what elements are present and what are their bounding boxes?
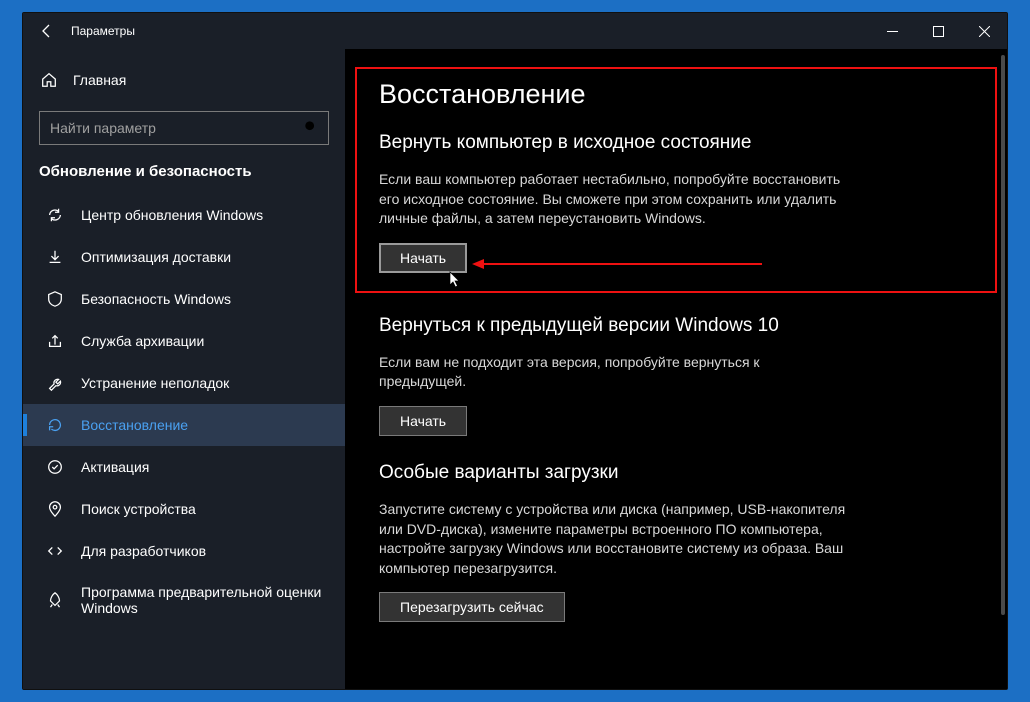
cursor-icon — [449, 271, 461, 289]
settings-window: Параметры Главная Найти параметр — [22, 12, 1008, 690]
sidebar-item-insider-program[interactable]: Программа предварительной оценки Windows — [23, 572, 345, 628]
sidebar-item-label: Активация — [81, 459, 329, 475]
check-circle-icon — [45, 458, 65, 476]
sidebar-item-label: Для разработчиков — [81, 543, 329, 559]
sidebar-item-label: Оптимизация доставки — [81, 249, 329, 265]
sidebar-item-windows-security[interactable]: Безопасность Windows — [23, 278, 345, 320]
sidebar-home[interactable]: Главная — [23, 63, 345, 97]
sync-icon — [45, 206, 65, 224]
sidebar-item-delivery-optimization[interactable]: Оптимизация доставки — [23, 236, 345, 278]
goback-section: Вернуться к предыдущей версии Windows 10… — [355, 315, 997, 436]
sidebar-item-for-developers[interactable]: Для разработчиков — [23, 530, 345, 572]
titlebar: Параметры — [23, 13, 1007, 49]
sidebar-item-label: Служба архивации — [81, 333, 329, 349]
advanced-section-text: Запустите систему с устройства или диска… — [379, 500, 849, 578]
backup-icon — [45, 332, 65, 350]
page-heading: Восстановление — [379, 79, 973, 110]
sidebar-nav: Центр обновления Windows Оптимизация дос… — [23, 194, 345, 628]
sidebar-item-label: Поиск устройства — [81, 501, 329, 517]
sidebar-home-label: Главная — [73, 72, 126, 88]
scrollbar-thumb[interactable] — [1001, 55, 1005, 615]
reset-section-text: Если ваш компьютер работает нестабильно,… — [379, 170, 849, 229]
goback-section-heading: Вернуться к предыдущей версии Windows 10 — [379, 315, 973, 337]
close-button[interactable] — [961, 13, 1007, 49]
maximize-button[interactable] — [915, 13, 961, 49]
back-button[interactable] — [23, 13, 71, 49]
goback-start-button[interactable]: Начать — [379, 406, 467, 436]
sidebar-item-recovery[interactable]: Восстановление — [23, 404, 345, 446]
advanced-startup-section: Особые варианты загрузки Запустите систе… — [355, 462, 997, 622]
sidebar-item-label: Устранение неполадок — [81, 375, 329, 391]
sidebar-item-windows-update[interactable]: Центр обновления Windows — [23, 194, 345, 236]
sidebar-item-label: Восстановление — [81, 417, 329, 433]
search-input[interactable]: Найти параметр — [39, 111, 329, 145]
location-icon — [45, 500, 65, 518]
reset-section-heading: Вернуть компьютер в исходное состояние — [379, 132, 973, 154]
main-panel: Восстановление Вернуть компьютер в исход… — [345, 49, 1007, 689]
rocket-icon — [45, 591, 65, 609]
window-title: Параметры — [71, 24, 135, 38]
annotation-arrow — [482, 263, 762, 265]
restart-now-button[interactable]: Перезагрузить сейчас — [379, 592, 565, 622]
sidebar-item-troubleshoot[interactable]: Устранение неполадок — [23, 362, 345, 404]
search-placeholder: Найти параметр — [50, 120, 304, 136]
sidebar-item-find-device[interactable]: Поиск устройства — [23, 488, 345, 530]
sidebar-item-activation[interactable]: Активация — [23, 446, 345, 488]
annotation-highlight: Восстановление Вернуть компьютер в исход… — [355, 67, 997, 293]
reset-start-button[interactable]: Начать — [379, 243, 467, 273]
sidebar-section-title: Обновление и безопасность — [23, 163, 345, 180]
advanced-section-heading: Особые варианты загрузки — [379, 462, 973, 484]
sidebar-item-backup[interactable]: Служба архивации — [23, 320, 345, 362]
code-icon — [45, 542, 65, 560]
wrench-icon — [45, 374, 65, 392]
recovery-icon — [45, 416, 65, 434]
shield-icon — [45, 290, 65, 308]
home-icon — [39, 71, 59, 89]
scrollbar[interactable] — [1001, 55, 1005, 683]
search-icon — [304, 120, 318, 137]
download-icon — [45, 248, 65, 266]
sidebar-item-label: Безопасность Windows — [81, 291, 329, 307]
goback-section-text: Если вам не подходит эта версия, попробу… — [379, 353, 849, 392]
sidebar: Главная Найти параметр Обновление и безо… — [23, 49, 345, 689]
sidebar-item-label: Программа предварительной оценки Windows — [81, 584, 329, 616]
minimize-button[interactable] — [869, 13, 915, 49]
sidebar-item-label: Центр обновления Windows — [81, 207, 329, 223]
